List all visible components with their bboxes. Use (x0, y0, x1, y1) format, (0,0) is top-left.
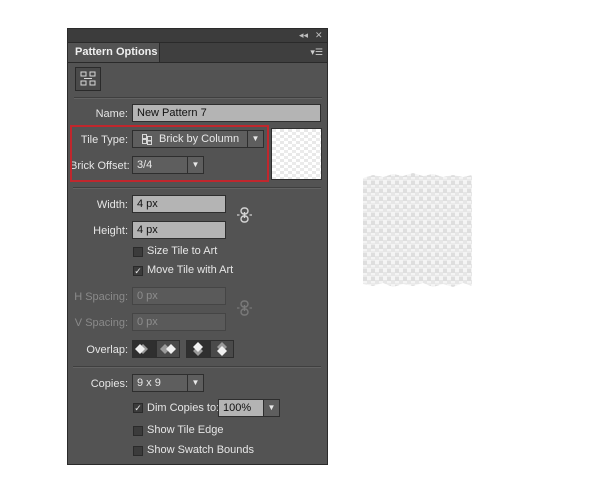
panel-menu-icon[interactable]: ▾☰ (310, 47, 323, 58)
left-in-front-icon (135, 344, 148, 354)
highlight-box (70, 125, 269, 182)
move-tile-with-art-label: Move Tile with Art (147, 264, 234, 276)
move-tile-with-art-checkbox[interactable]: ✓ (133, 266, 143, 276)
width-field[interactable]: 4 px (132, 195, 226, 213)
panel-top-bar: ◂◂ ✕ (68, 29, 327, 43)
dim-copies-value: 100% (223, 402, 252, 414)
name-field[interactable]: New Pattern 7 (132, 104, 321, 122)
show-tile-edge-checkbox[interactable] (133, 426, 143, 436)
show-swatch-bounds-label: Show Swatch Bounds (147, 444, 255, 456)
top-in-front-icon (193, 342, 203, 356)
show-tile-edge-label: Show Tile Edge (147, 424, 224, 436)
width-label: Width: (96, 199, 128, 211)
double-left-arrow-icon[interactable]: ◂◂ (299, 29, 308, 42)
copies-value: 9 x 9 (137, 377, 161, 389)
size-tile-to-art-checkbox[interactable] (133, 247, 143, 257)
overlap-label: Overlap: (86, 344, 128, 356)
separator (74, 97, 322, 99)
separator (73, 366, 321, 368)
size-tile-to-art-label: Size Tile to Art (147, 245, 218, 257)
copies-dropdown[interactable]: 9 x 9 ▼ (132, 374, 204, 392)
v-spacing-field[interactable]: 0 px (132, 313, 226, 331)
dim-copies-checkbox[interactable]: ✓ (133, 403, 143, 413)
chevron-down-icon: ▼ (187, 375, 203, 391)
tile-preview-pattern (272, 129, 321, 179)
bottom-in-front-icon (217, 342, 227, 356)
h-spacing-label: H Spacing: (74, 291, 128, 303)
show-swatch-bounds-checkbox[interactable] (133, 446, 143, 456)
separator (73, 187, 321, 189)
right-in-front-button[interactable] (156, 340, 180, 358)
chevron-down-icon: ▼ (263, 400, 279, 416)
pattern-tile-tool-button[interactable] (75, 67, 101, 91)
right-in-front-icon (160, 344, 176, 354)
v-spacing-label: V Spacing: (74, 317, 128, 329)
dim-copies-label: Dim Copies to: (147, 402, 220, 414)
link-spacing-icon[interactable] (236, 299, 254, 317)
dim-copies-dropdown[interactable]: 100% ▼ (218, 399, 280, 417)
close-icon[interactable]: ✕ (315, 29, 323, 42)
pattern-tile-tool-icon (80, 71, 96, 86)
bottom-in-front-button[interactable] (210, 340, 234, 358)
top-in-front-button[interactable] (186, 340, 210, 358)
panel-tab-row: Pattern Options ▾☰ (68, 43, 327, 63)
pattern-artwork (363, 173, 472, 287)
height-field[interactable]: 4 px (132, 221, 226, 239)
name-label: Name: (95, 108, 128, 120)
left-in-front-button[interactable] (132, 340, 156, 358)
tab-pattern-options[interactable]: Pattern Options (68, 43, 160, 62)
link-proportions-icon[interactable] (236, 206, 254, 224)
h-spacing-field[interactable]: 0 px (132, 287, 226, 305)
height-label: Height: (93, 225, 128, 237)
tile-preview (271, 128, 322, 180)
copies-label: Copies: (90, 378, 128, 390)
